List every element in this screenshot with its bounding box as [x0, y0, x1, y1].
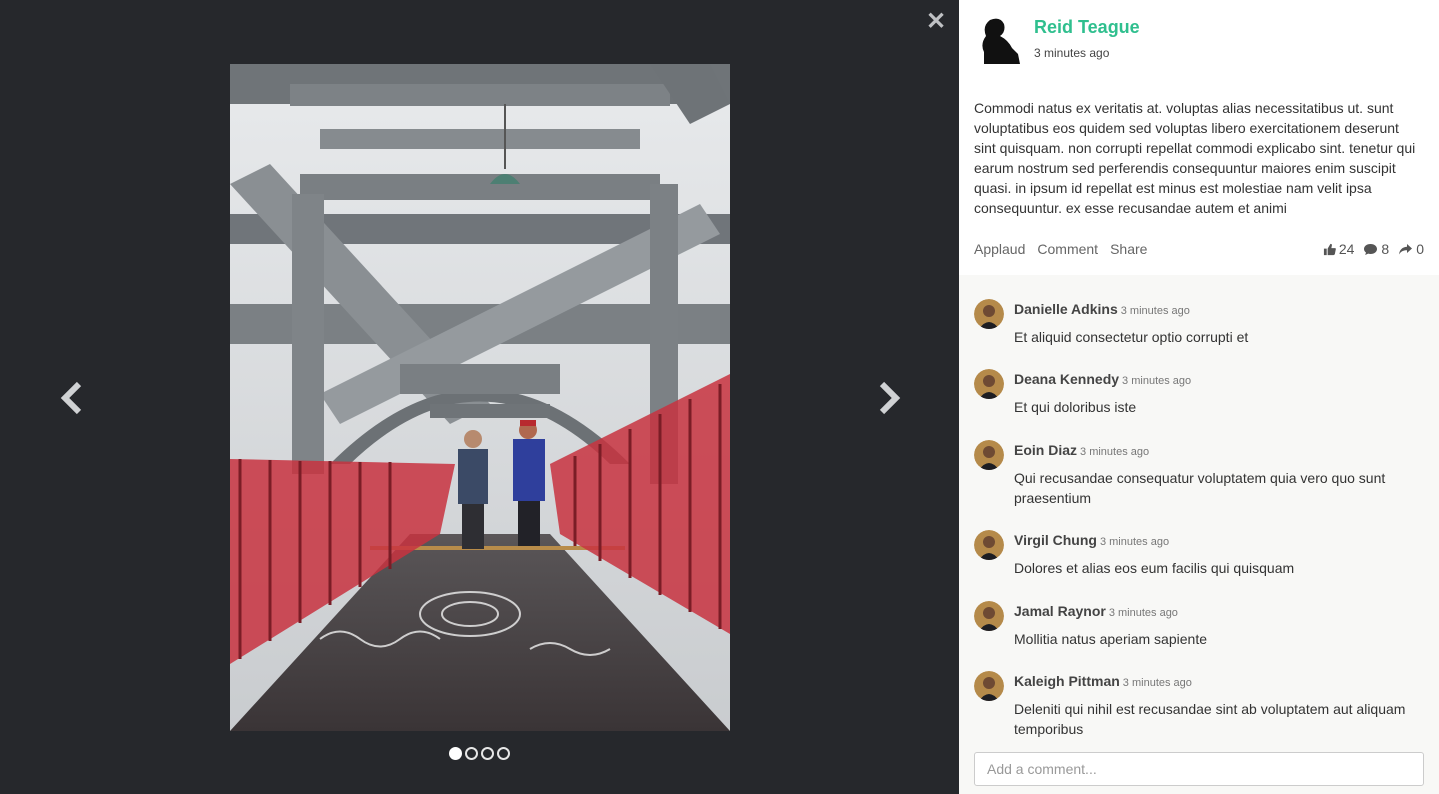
post-panel: Reid Teague 3 minutes ago Commodi natus … [959, 0, 1439, 794]
comment-text: Et aliquid consectetur optio corrupti et [1014, 329, 1249, 345]
comment-icon [1364, 243, 1378, 255]
slide-dot[interactable] [449, 747, 462, 760]
applaud-count: 24 [1323, 241, 1355, 257]
comment-text: Mollitia natus aperiam sapiente [1014, 631, 1207, 647]
avatar[interactable] [974, 601, 1004, 631]
author-row: Reid Teague 3 minutes ago [974, 14, 1424, 64]
comment-timestamp: 3 minutes ago [1080, 446, 1150, 458]
avatar[interactable] [974, 671, 1004, 701]
post: Reid Teague 3 minutes ago Commodi natus … [959, 0, 1439, 275]
avatar[interactable] [974, 440, 1004, 470]
share-count-value: 0 [1416, 241, 1424, 257]
comment-item: Danielle Adkins 3 minutes ago Et aliquid … [974, 299, 1424, 369]
slide-dot[interactable] [481, 747, 494, 760]
comment-input[interactable] [974, 752, 1424, 786]
comment-text: Et qui doloribus iste [1014, 399, 1137, 415]
comment-timestamp: 3 minutes ago [1108, 607, 1178, 619]
author-avatar[interactable] [974, 14, 1024, 64]
comment-author[interactable]: Eoin Diaz [1014, 442, 1077, 458]
author-name[interactable]: Reid Teague [1034, 16, 1140, 38]
comment-author[interactable]: Danielle Adkins [1014, 301, 1118, 317]
post-stats: 24 8 0 [1323, 241, 1424, 257]
slide-indicator [449, 747, 510, 760]
close-icon[interactable]: ✕ [924, 10, 948, 34]
share-count: 0 [1398, 241, 1424, 257]
avatar[interactable] [974, 530, 1004, 560]
comment-item: Virgil Chung 3 minutes ago Dolores et ali… [974, 530, 1424, 601]
thumbs-up-icon [1323, 243, 1336, 255]
comment-item: Eoin Diaz 3 minutes ago Qui recusandae co… [974, 440, 1424, 530]
avatar[interactable] [974, 299, 1004, 329]
comment-text: Dolores et alias eos eum facilis qui qui… [1014, 560, 1295, 576]
comment-author[interactable]: Jamal Raynor [1014, 603, 1106, 619]
comment-timestamp: 3 minutes ago [1120, 305, 1190, 317]
share-icon [1399, 243, 1413, 254]
slide-dot[interactable] [497, 747, 510, 760]
comment-count-value: 8 [1381, 241, 1390, 257]
applaud-count-value: 24 [1338, 241, 1355, 257]
comment-button[interactable]: Comment [1037, 241, 1098, 257]
avatar[interactable] [974, 369, 1004, 399]
post-actions: Applaud Comment Share 24 8 0 [974, 241, 1424, 257]
comment-timestamp: 3 minutes ago [1122, 375, 1192, 387]
slide-dot[interactable] [465, 747, 478, 760]
photo-viewer: ✕ [0, 0, 959, 794]
comment-item: Jamal Raynor 3 minutes ago Mollitia natus… [974, 601, 1424, 671]
comment-item: Kaleigh Pittman 3 minutes ago Deleniti qu… [974, 671, 1424, 739]
comment-author[interactable]: Kaleigh Pittman [1014, 673, 1120, 689]
share-button[interactable]: Share [1110, 241, 1147, 257]
comment-item: Deana Kennedy 3 minutes ago Et qui dolori… [974, 369, 1424, 440]
comment-text: Deleniti qui nihil est recusandae sint a… [1014, 701, 1406, 737]
comment-list: Danielle Adkins 3 minutes ago Et aliquid … [959, 275, 1439, 739]
comment-timestamp: 3 minutes ago [1099, 536, 1170, 548]
comment-timestamp: 3 minutes ago [1122, 677, 1192, 689]
chevron-right-icon[interactable] [874, 378, 904, 418]
comment-count: 8 [1363, 241, 1389, 257]
post-timestamp: 3 minutes ago [1034, 46, 1110, 60]
applaud-button[interactable]: Applaud [974, 241, 1025, 257]
comment-author[interactable]: Deana Kennedy [1014, 371, 1119, 387]
comment-author[interactable]: Virgil Chung [1014, 532, 1097, 548]
chevron-left-icon[interactable] [57, 378, 87, 418]
post-text: Commodi natus ex veritatis at. voluptas … [974, 100, 1416, 216]
post-photo [230, 64, 730, 731]
comment-text: Qui recusandae consequatur voluptatem qu… [1014, 470, 1386, 506]
